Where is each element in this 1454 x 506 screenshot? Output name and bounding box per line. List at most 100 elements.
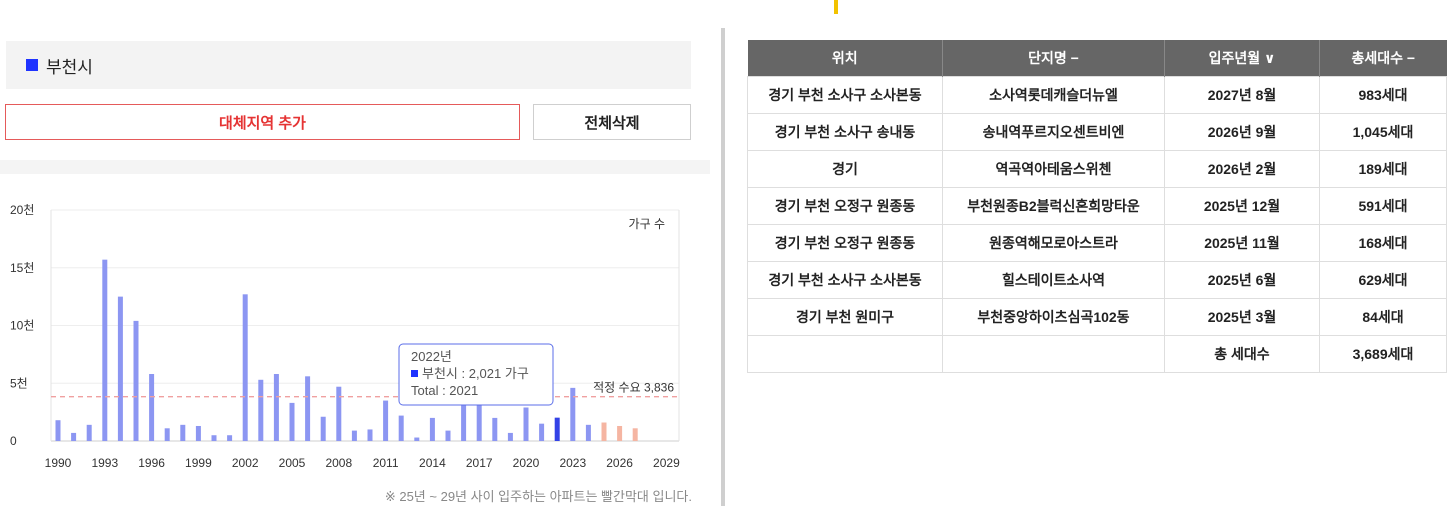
bar-2010 [367, 429, 373, 441]
x-tick-label: 1993 [91, 456, 118, 470]
section-divider-band [0, 160, 710, 174]
y-tick-label: 5천 [10, 375, 28, 390]
bar-2017 [476, 402, 482, 441]
cell-complex-name: 부천중앙하이츠심곡102동 [942, 298, 1165, 336]
table-row[interactable]: 경기 부천 오정구 원종동 부천원종B2블럭신혼희망타운 2025년 12월 591세… [747, 187, 1447, 225]
bar-2002 [242, 294, 248, 441]
bar-1990 [55, 420, 61, 441]
cell-location: 경기 [747, 150, 943, 188]
bar-2016 [461, 400, 467, 441]
bar-2011 [383, 400, 389, 441]
x-tick-label: 1999 [185, 456, 212, 470]
cell-complex-name: 부천원종B2블럭신혼희망타운 [942, 187, 1165, 225]
cell-location: 경기 부천 소사구 소사본동 [747, 261, 943, 299]
reference-label: 적정 수요 3,836 [593, 381, 674, 395]
table-row[interactable]: 경기 부천 원미구 부천중앙하이츠심곡102동 2025년 3월 84세대 [747, 298, 1447, 336]
bar-2014 [429, 417, 435, 441]
tooltip-value-line: 부천시 : 2,021 가구 [422, 366, 529, 381]
left-panel: 부천시 대체지역 추가 전체삭제 0 5천 10천 15천 20천적정 수요 3,836… [0, 0, 712, 506]
table-row[interactable]: 경기 부천 소사구 소사본동 소사역롯데캐슬더뉴엘 2027년 8월 983세대 [747, 76, 1447, 114]
bar-2001 [227, 435, 233, 441]
cell-complex-name: 송내역푸르지오센트비엔 [942, 113, 1165, 151]
total-value: 3,689세대 [1319, 335, 1447, 373]
selected-region: 부천시 [6, 41, 691, 89]
x-tick-label: 2005 [279, 456, 306, 470]
y-tick-label: 15천 [10, 260, 34, 275]
table-row[interactable]: 경기 역곡역아테움스위첸 2026년 2월 189세대 [747, 150, 1447, 188]
cell-move-in-date: 2025년 6월 [1164, 261, 1320, 299]
cell-location: 경기 부천 오정구 원종동 [747, 224, 943, 262]
bar-2022 [554, 417, 560, 441]
header-complex-name[interactable]: 단지명 − [942, 40, 1165, 77]
x-tick-label: 2008 [325, 456, 352, 470]
add-alternate-region-button[interactable]: 대체지역 추가 [5, 104, 520, 140]
cell-location: 경기 부천 오정구 원종동 [747, 187, 943, 225]
y-tick-label: 0 [10, 434, 17, 448]
x-tick-label: 2023 [559, 456, 586, 470]
bar-2027 [632, 428, 638, 441]
x-tick-label: 2026 [606, 456, 633, 470]
bar-2003 [258, 379, 264, 441]
table-row[interactable]: 경기 부천 소사구 송내동 송내역푸르지오센트비엔 2026년 9월 1,045세대 [747, 113, 1447, 151]
y-tick-label: 20천 [10, 202, 34, 217]
total-empty-cell [747, 335, 943, 373]
bar-2004 [273, 374, 279, 441]
table-row[interactable]: 경기 부천 오정구 원종동 원종역해모로아스트라 2025년 11월 168세대 [747, 224, 1447, 262]
header-move-in-date[interactable]: 입주년월 ∨ [1164, 40, 1320, 77]
bar-2012 [398, 415, 404, 441]
bar-1996 [149, 374, 155, 441]
bar-2025 [601, 422, 607, 441]
x-tick-label: 1996 [138, 456, 165, 470]
cell-location: 경기 부천 원미구 [747, 298, 943, 336]
tooltip-title: 2022년 [411, 349, 452, 364]
x-tick-label: 2014 [419, 456, 446, 470]
x-tick-label: 2011 [373, 456, 399, 470]
cell-complex-name: 원종역해모로아스트라 [942, 224, 1165, 262]
region-color-square [26, 59, 38, 71]
cell-location: 경기 부천 소사구 송내동 [747, 113, 943, 151]
tooltip-series-marker [411, 370, 418, 377]
header-total-households[interactable]: 총세대수 − [1319, 40, 1447, 77]
top-marker [834, 0, 838, 14]
bar-2019 [507, 432, 513, 441]
total-empty-cell [942, 335, 1165, 373]
bar-2024 [585, 424, 591, 441]
bar-2015 [445, 430, 451, 441]
cell-total-households: 629세대 [1319, 261, 1447, 299]
delete-all-button[interactable]: 전체삭제 [533, 104, 691, 140]
x-tick-label: 1990 [45, 456, 72, 470]
supply-bar-chart: 0 5천 10천 15천 20천적정 수요 3,836 가구 수 1990 1993 1996 1… [10, 202, 680, 470]
cell-total-households: 983세대 [1319, 76, 1447, 114]
header-location[interactable]: 위치 [747, 40, 943, 77]
bar-2023 [570, 387, 576, 441]
cell-total-households: 84세대 [1319, 298, 1447, 336]
cell-total-households: 591세대 [1319, 187, 1447, 225]
x-tick-label: 2020 [513, 456, 540, 470]
table-row[interactable]: 경기 부천 소사구 소사본동 힐스테이트소사역 2025년 6월 629세대 [747, 261, 1447, 299]
bar-2000 [211, 435, 217, 441]
cell-move-in-date: 2025년 3월 [1164, 298, 1320, 336]
cell-complex-name: 힐스테이트소사역 [942, 261, 1165, 299]
region-name: 부천시 [46, 57, 93, 77]
cell-move-in-date: 2025년 12월 [1164, 187, 1320, 225]
bar-2009 [351, 430, 357, 441]
cell-move-in-date: 2026년 2월 [1164, 150, 1320, 188]
x-tick-label: 2017 [466, 456, 493, 470]
y-tick-label: 10천 [10, 318, 34, 333]
bar-2020 [523, 407, 529, 441]
bar-1997 [164, 428, 170, 441]
bar-2005 [289, 402, 295, 441]
bar-1999 [195, 425, 201, 441]
supply-chart: 0 5천 10천 15천 20천 적정 수요 3,836 가구 수 1990 1993 1996 1… [0, 190, 712, 506]
bar-1992 [86, 424, 92, 441]
cell-complex-name: 소사역롯데캐슬더뉴엘 [942, 76, 1165, 114]
bar-2021 [539, 423, 545, 441]
complex-table: 위치 단지명 − 입주년월 ∨ 총세대수 − 경기 부천 소사구 소사본동 소사역… [747, 40, 1447, 373]
cell-move-in-date: 2027년 8월 [1164, 76, 1320, 114]
bar-1994 [117, 296, 123, 441]
bar-1993 [102, 259, 108, 441]
panel-divider[interactable] [721, 28, 725, 506]
cell-total-households: 189세대 [1319, 150, 1447, 188]
bar-2008 [336, 386, 342, 441]
table-total-row: 총 세대수 3,689세대 [747, 335, 1447, 373]
